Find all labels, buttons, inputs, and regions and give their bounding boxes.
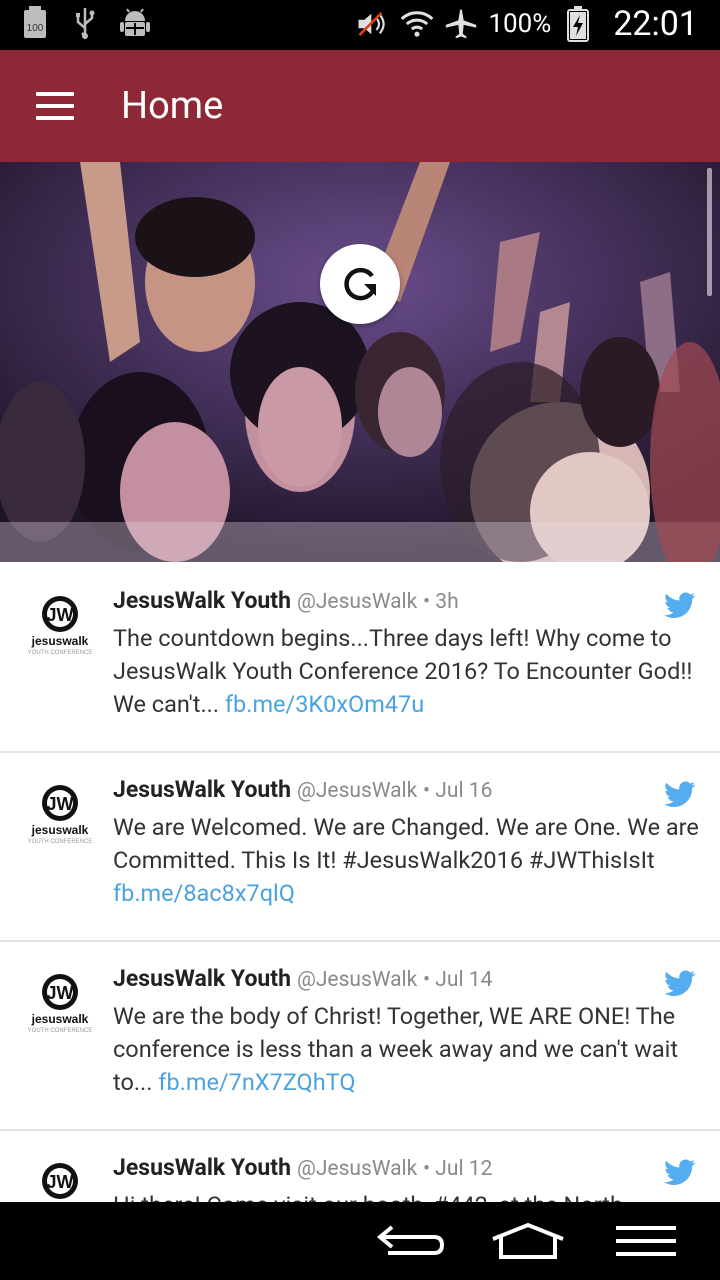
author-handle[interactable]: @JesusWalk: [297, 779, 417, 803]
tweet-item[interactable]: JW jesuswalk YOUTH CONFERENCE JesusWalk Yo…: [0, 940, 720, 1131]
author-name: JesusWalk Youth: [113, 587, 291, 614]
tweet-text-content: We are Welcomed. We are Changed. We are …: [113, 813, 699, 874]
system-nav-bar: [0, 1202, 720, 1280]
author-handle[interactable]: @JesusWalk: [297, 968, 417, 992]
avatar-jesuswalk-logo: JW jesuswalk YOUTH CONFERENCE: [28, 783, 92, 847]
svg-text:JW: JW: [47, 1172, 74, 1192]
author-name: JesusWalk Youth: [113, 776, 291, 803]
svg-text:100: 100: [27, 23, 44, 34]
tweet-text: We are the body of Christ! Together, WE …: [113, 1000, 703, 1099]
tweet-link[interactable]: fb.me/7nX7ZQhTQ: [158, 1068, 355, 1096]
avatar-jesuswalk-logo: JWjesuswalk: [28, 1161, 92, 1202]
svg-text:YOUTH CONFERENCE: YOUTH CONFERENCE: [28, 839, 92, 845]
svg-text:YOUTH CONFERENCE: YOUTH CONFERENCE: [28, 1028, 92, 1034]
tweet-text-content: Hi there! Come visit our booth, #442, at…: [113, 1191, 623, 1202]
svg-text:JW: JW: [47, 983, 74, 1003]
page-title: Home: [121, 84, 224, 128]
avatar-jesuswalk-logo: JW jesuswalk YOUTH CONFERENCE: [28, 594, 92, 658]
svg-text:YOUTH CONFERENCE: YOUTH CONFERENCE: [28, 650, 92, 656]
twitter-bird-icon[interactable]: [664, 592, 696, 620]
battery-percent: 100%: [488, 9, 552, 39]
tweet-text: The countdown begins...Three days left! …: [113, 622, 703, 721]
twitter-bird-icon[interactable]: [664, 970, 696, 998]
tweet-author: JesusWalk Youth @JesusWalk • Jul 16: [113, 776, 492, 803]
author-handle[interactable]: @JesusWalk: [297, 1157, 417, 1181]
hamburger-menu-icon[interactable]: [36, 92, 76, 122]
tweet-author: JesusWalk Youth @JesusWalk • Jul 12: [113, 1154, 492, 1181]
tweet-link[interactable]: fb.me/8ac8x7qlQ: [113, 879, 295, 907]
tweet-time: • 3h: [423, 590, 459, 614]
refresh-button[interactable]: [320, 244, 400, 324]
avatar-jesuswalk-logo: JW jesuswalk YOUTH CONFERENCE: [28, 972, 92, 1036]
mute-icon: [356, 7, 390, 41]
svg-text:jesuswalk: jesuswalk: [31, 823, 89, 837]
clock: 22:01: [613, 4, 698, 44]
android-debug-icon: [118, 6, 152, 40]
author-handle[interactable]: @JesusWalk: [297, 590, 417, 614]
tweet-time: • Jul 16: [423, 779, 493, 803]
tweet-item[interactable]: JWjesuswalk JesusWalk Youth@JesusWalk • …: [0, 1129, 720, 1202]
battery-charging-icon: [561, 6, 595, 42]
usb-icon: [68, 6, 102, 40]
tweet-time: • Jul 14: [423, 968, 493, 992]
tweet-text: Hi there! Come visit our booth, #442, at…: [113, 1189, 703, 1202]
hero-image-worship-crowd: [0, 162, 720, 562]
tweet-author: JesusWalk Youth @JesusWalk • Jul 14: [113, 965, 492, 992]
svg-text:jesuswalk: jesuswalk: [31, 634, 89, 648]
back-button[interactable]: [370, 1216, 450, 1266]
svg-text:jesuswalk: jesuswalk: [31, 1012, 89, 1026]
tweet-author: JesusWalk Youth @JesusWalk • 3h: [113, 587, 459, 614]
tweet-item[interactable]: JW jesuswalk YOUTH CONFERENCE JesusWalk Yo…: [0, 751, 720, 942]
app-toolbar: Home: [0, 50, 720, 162]
twitter-bird-icon[interactable]: [664, 1159, 696, 1187]
storage-100-icon: 100: [18, 6, 52, 40]
airplane-icon: [444, 7, 478, 41]
tweet-text: We are Welcomed. We are Changed. We are …: [113, 811, 703, 910]
home-button[interactable]: [488, 1216, 568, 1266]
scrollbar-thumb[interactable]: [707, 168, 712, 296]
menu-lines-icon: [616, 1226, 676, 1256]
tweet-item[interactable]: JW jesuswalk YOUTH CONFERENCE JesusWalk Yo…: [0, 562, 720, 753]
status-bar: 100 100% 22:01: [0, 0, 720, 50]
home-icon: [492, 1222, 564, 1259]
tweet-feed[interactable]: JW jesuswalk YOUTH CONFERENCE JesusWalk Yo…: [0, 562, 720, 1202]
author-name: JesusWalk Youth: [113, 965, 291, 992]
svg-text:JW: JW: [47, 605, 74, 625]
twitter-bird-icon[interactable]: [664, 781, 696, 809]
wifi-icon: [400, 7, 434, 41]
tweet-link[interactable]: fb.me/3K0xOm47u: [225, 690, 424, 718]
back-arrow-icon: [376, 1225, 445, 1255]
menu-button[interactable]: [610, 1216, 682, 1266]
svg-text:JW: JW: [47, 794, 74, 814]
author-name: JesusWalk Youth: [113, 1154, 291, 1181]
refresh-icon: [344, 267, 377, 301]
tweet-time: • Jul 12: [423, 1157, 493, 1181]
